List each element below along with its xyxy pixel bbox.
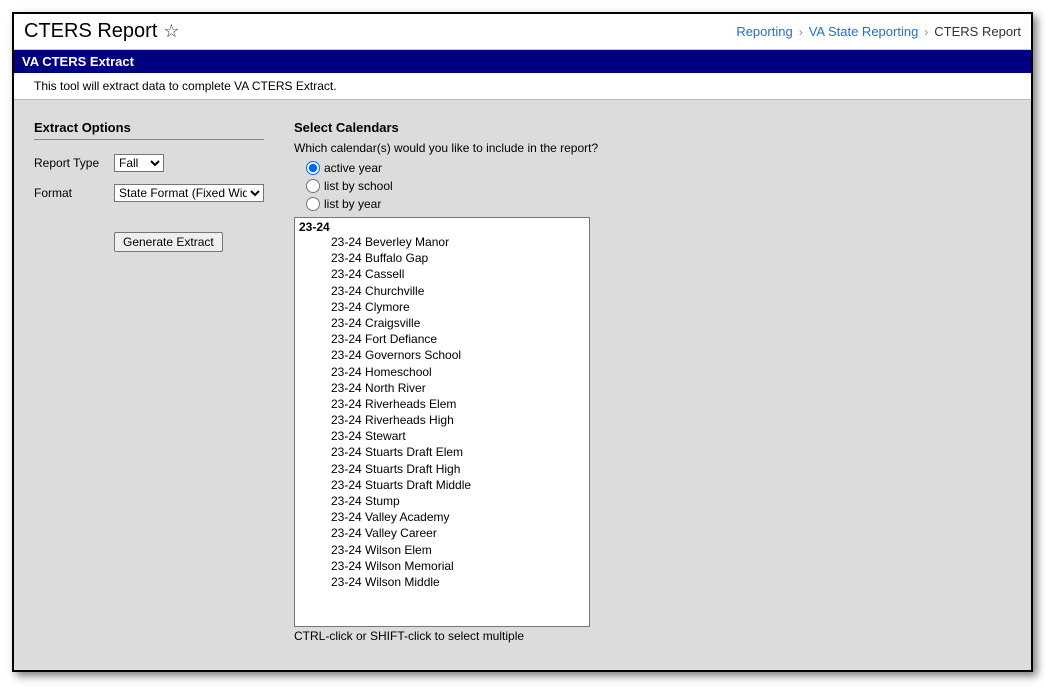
calendar-listbox[interactable]: 23-24 23-24 Beverley Manor23-24 Buffalo … xyxy=(294,217,590,627)
radio-active-year-label: active year xyxy=(324,161,382,175)
calendar-item[interactable]: 23-24 Beverley Manor xyxy=(295,234,589,250)
calendar-item[interactable]: 23-24 Clymore xyxy=(295,299,589,315)
calendar-item[interactable]: 23-24 Stump xyxy=(295,493,589,509)
radio-list-by-school[interactable]: list by school xyxy=(306,179,1011,193)
multiselect-hint: CTRL-click or SHIFT-click to select mult… xyxy=(294,629,1011,643)
radio-list-by-year-input[interactable] xyxy=(306,197,320,211)
radio-list-by-school-input[interactable] xyxy=(306,179,320,193)
calendar-item[interactable]: 23-24 Riverheads High xyxy=(295,412,589,428)
calendar-item[interactable]: 23-24 Wilson Middle xyxy=(295,574,589,590)
calendars-panel: Select Calendars Which calendar(s) would… xyxy=(294,120,1011,643)
calendar-scope-radio-group: active year list by school list by year xyxy=(306,161,1011,211)
calendar-year-header[interactable]: 23-24 xyxy=(295,220,589,234)
calendar-item[interactable]: 23-24 Valley Career xyxy=(295,525,589,541)
radio-active-year-input[interactable] xyxy=(306,161,320,175)
chevron-right-icon: › xyxy=(799,25,803,39)
calendar-item[interactable]: 23-24 Governors School xyxy=(295,347,589,363)
calendar-item[interactable]: 23-24 Stewart xyxy=(295,428,589,444)
radio-list-by-year-label: list by year xyxy=(324,197,381,211)
chevron-right-icon: › xyxy=(924,25,928,39)
radio-active-year[interactable]: active year xyxy=(306,161,1011,175)
description-text: This tool will extract data to complete … xyxy=(14,73,1031,100)
calendars-prompt: Which calendar(s) would you like to incl… xyxy=(294,141,1011,155)
content-area: Extract Options Report Type Fall Format … xyxy=(14,100,1031,663)
section-title-bar: VA CTERS Extract xyxy=(14,50,1031,73)
generate-extract-button[interactable]: Generate Extract xyxy=(114,232,223,252)
calendar-item[interactable]: 23-24 Buffalo Gap xyxy=(295,250,589,266)
header-left: CTERS Report ☆ xyxy=(24,20,180,43)
format-label: Format xyxy=(34,186,114,200)
extract-options-panel: Extract Options Report Type Fall Format … xyxy=(34,120,264,252)
calendar-item[interactable]: 23-24 Wilson Memorial xyxy=(295,558,589,574)
format-select[interactable]: State Format (Fixed Width) xyxy=(114,184,264,202)
calendar-item[interactable]: 23-24 Riverheads Elem xyxy=(295,396,589,412)
select-calendars-heading: Select Calendars xyxy=(294,120,1011,135)
calendar-item[interactable]: 23-24 Stuarts Draft Elem xyxy=(295,444,589,460)
calendar-item[interactable]: 23-24 North River xyxy=(295,380,589,396)
format-row: Format State Format (Fixed Width) xyxy=(34,184,264,202)
breadcrumb: Reporting › VA State Reporting › CTERS R… xyxy=(736,24,1021,39)
extract-options-heading: Extract Options xyxy=(34,120,264,140)
calendar-item[interactable]: 23-24 Craigsville xyxy=(295,315,589,331)
report-type-row: Report Type Fall xyxy=(34,154,264,172)
calendar-item[interactable]: 23-24 Churchville xyxy=(295,283,589,299)
report-type-label: Report Type xyxy=(34,156,114,170)
radio-list-by-school-label: list by school xyxy=(324,179,393,193)
breadcrumb-link-va-state[interactable]: VA State Reporting xyxy=(809,24,919,39)
calendar-item[interactable]: 23-24 Cassell xyxy=(295,266,589,282)
calendar-item[interactable]: 23-24 Stuarts Draft Middle xyxy=(295,477,589,493)
calendar-item[interactable]: 23-24 Wilson Elem xyxy=(295,542,589,558)
breadcrumb-current: CTERS Report xyxy=(934,24,1021,39)
page-title: CTERS Report xyxy=(24,20,157,43)
calendar-item[interactable]: 23-24 Valley Academy xyxy=(295,509,589,525)
app-window: CTERS Report ☆ Reporting › VA State Repo… xyxy=(12,12,1033,672)
calendar-item[interactable]: 23-24 Fort Defiance xyxy=(295,331,589,347)
favorite-star-icon[interactable]: ☆ xyxy=(163,21,179,42)
report-type-select[interactable]: Fall xyxy=(114,154,164,172)
radio-list-by-year[interactable]: list by year xyxy=(306,197,1011,211)
calendar-item[interactable]: 23-24 Stuarts Draft High xyxy=(295,461,589,477)
breadcrumb-link-reporting[interactable]: Reporting xyxy=(736,24,792,39)
calendar-item[interactable]: 23-24 Homeschool xyxy=(295,364,589,380)
page-header: CTERS Report ☆ Reporting › VA State Repo… xyxy=(14,14,1031,50)
